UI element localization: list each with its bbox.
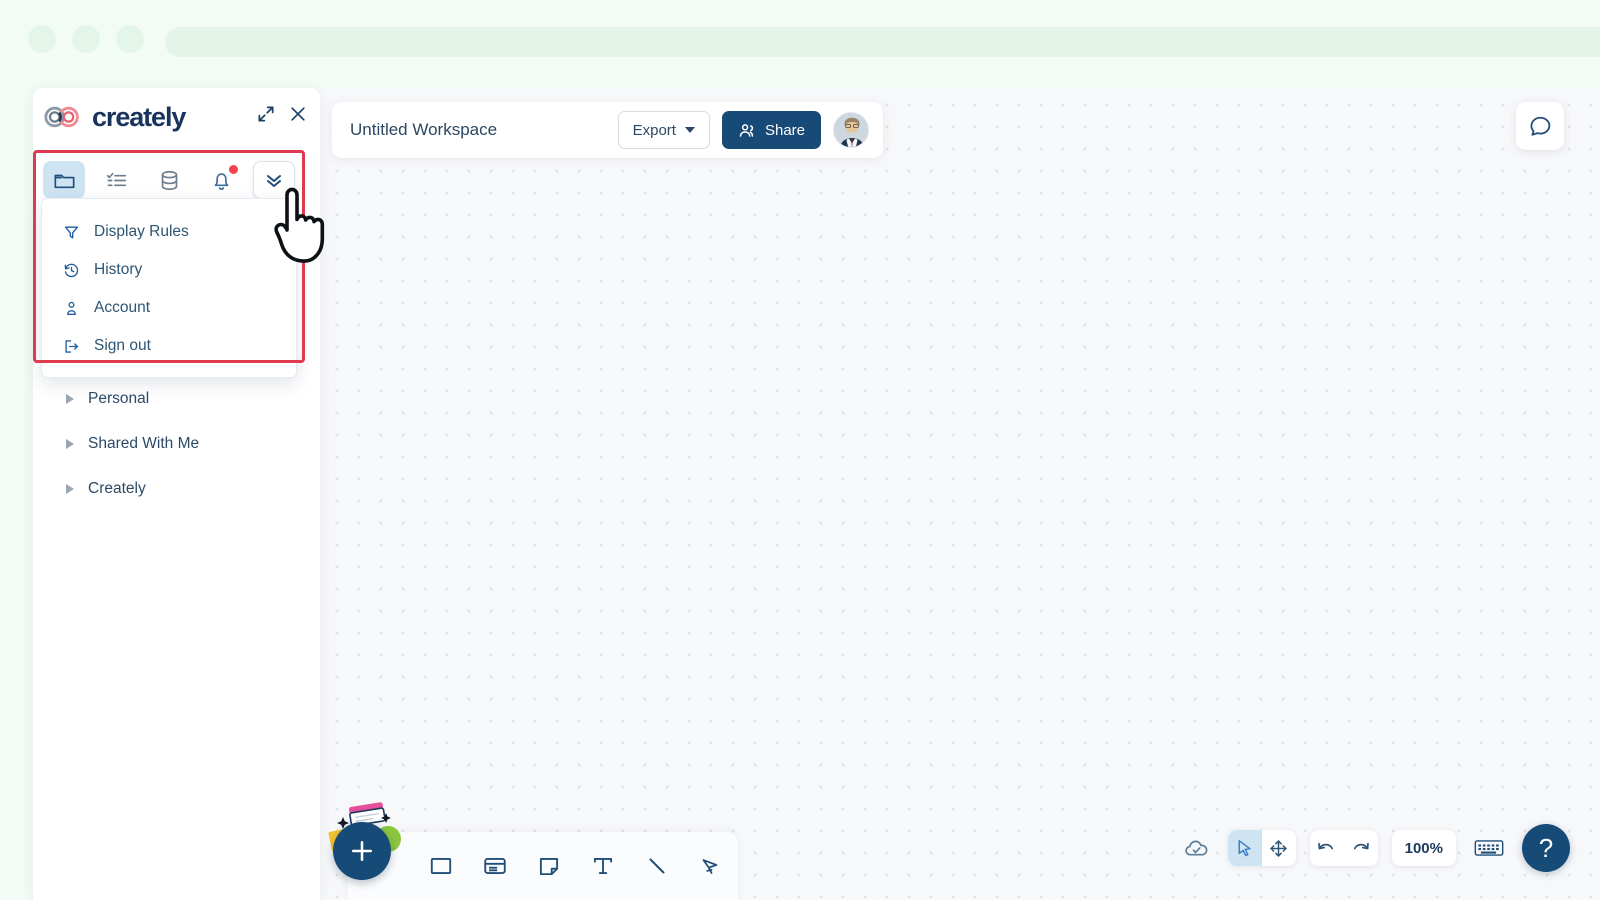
card-icon (484, 858, 506, 874)
database-icon (161, 170, 177, 190)
move-arrows-icon (1270, 839, 1287, 857)
pointer-mode-group (1227, 830, 1296, 866)
pan-tool-button[interactable] (1262, 830, 1296, 866)
chevron-down-icon (684, 127, 695, 133)
workspace-tree: Personal Shared With Me Creately (33, 370, 320, 511)
shape-text-tool[interactable] (580, 843, 626, 889)
rectangle-icon (430, 858, 452, 874)
expand-icon[interactable] (256, 104, 276, 124)
undo-button[interactable] (1310, 830, 1344, 866)
history-icon (64, 263, 79, 277)
menu-item-label: Sign out (94, 337, 151, 354)
share-button-label: Share (764, 121, 805, 139)
tree-item-label: Creately (88, 479, 146, 497)
creately-logo-mark (44, 106, 79, 128)
tree-item-shared-with-me[interactable]: Shared With Me (33, 421, 320, 466)
sidebar-header-actions (256, 104, 308, 124)
select-tool-button[interactable] (1227, 830, 1262, 866)
tree-item-creately[interactable]: Creately (33, 466, 320, 511)
caret-right-icon[interactable] (66, 438, 74, 449)
cursor-arrow-icon (1238, 839, 1251, 856)
tree-item-personal[interactable]: Personal (33, 376, 320, 421)
chevrons-down-icon (267, 175, 281, 187)
workspace-title[interactable]: Untitled Workspace (350, 120, 606, 140)
export-button[interactable]: Export (617, 111, 710, 149)
caret-right-icon[interactable] (66, 393, 74, 404)
zoom-level-label: 100% (1404, 839, 1443, 857)
comments-button[interactable] (1516, 102, 1564, 150)
shape-rectangle-tool[interactable] (418, 843, 464, 889)
text-icon (593, 858, 613, 874)
creately-logo[interactable]: creately (41, 101, 186, 132)
redo-button[interactable] (1344, 830, 1378, 866)
zoom-level-button[interactable]: 100% (1391, 830, 1456, 866)
close-icon[interactable] (288, 104, 308, 124)
workspace-header-bar: Untitled Workspace Export Share (332, 102, 883, 158)
canvas-controls-bar: 100% ? (1180, 824, 1570, 872)
more-dropdown-menu: Display Rules History Account Sign out (41, 198, 297, 378)
plus-icon (352, 841, 372, 861)
menu-item-label: Display Rules (94, 223, 189, 240)
menu-item-label: History (94, 261, 143, 278)
tree-item-label: Personal (88, 389, 150, 407)
window-dot-2[interactable] (72, 25, 100, 53)
chat-bubble-icon (1530, 116, 1550, 136)
left-sidebar-panel: creately Display Rules History Account S… (33, 88, 320, 900)
undo-arrow-icon (1318, 842, 1334, 849)
line-icon (649, 858, 665, 874)
folder-icon (54, 174, 74, 188)
menu-item-sign-out[interactable]: Sign out (42, 327, 296, 365)
pen-icon (702, 859, 718, 874)
user-icon (67, 301, 76, 315)
browser-url-bar[interactable] (165, 27, 1600, 57)
creately-logo-text: creately (92, 101, 186, 132)
sync-status-button[interactable] (1180, 830, 1214, 866)
sidebar-icon-tabbar (41, 156, 297, 204)
cloud-check-icon (1185, 840, 1208, 856)
filter-icon (64, 226, 79, 238)
keyboard-icon (1474, 840, 1504, 856)
checklist-icon (106, 172, 127, 186)
help-button-label: ? (1538, 832, 1554, 863)
shape-freehand-tool[interactable] (688, 843, 734, 889)
help-button[interactable]: ? (1522, 824, 1570, 872)
tab-data[interactable] (148, 161, 190, 199)
tree-item-label: Shared With Me (88, 434, 200, 452)
avatar-photo (834, 113, 868, 147)
sticky-note-icon (539, 858, 559, 876)
window-dot-1[interactable] (28, 25, 56, 53)
menu-item-history[interactable]: History (42, 251, 296, 289)
caret-right-icon[interactable] (66, 483, 74, 494)
shape-line-tool[interactable] (634, 843, 680, 889)
people-icon (739, 123, 754, 137)
diagram-canvas[interactable]: Untitled Workspace Export Share 100% ? (320, 88, 1600, 900)
notification-badge (227, 164, 239, 175)
tab-tasks[interactable] (96, 161, 138, 199)
shape-card-tool[interactable] (472, 843, 518, 889)
tab-folders[interactable] (43, 161, 85, 199)
export-button-label: Export (632, 121, 676, 139)
avatar[interactable] (833, 112, 869, 148)
history-group (1309, 830, 1378, 866)
redo-arrow-icon (1354, 842, 1369, 849)
sidebar-header: creately (33, 88, 320, 146)
menu-item-account[interactable]: Account (42, 289, 296, 327)
keyboard-shortcuts-button[interactable] (1470, 832, 1508, 864)
add-shape-fab[interactable] (333, 822, 391, 880)
menu-item-label: Account (94, 299, 151, 316)
window-dot-3[interactable] (116, 25, 144, 53)
tab-notifications[interactable] (201, 161, 243, 199)
sign-out-icon (65, 339, 79, 353)
share-button[interactable]: Share (721, 111, 821, 149)
shape-note-tool[interactable] (526, 843, 572, 889)
window-control-dots (28, 25, 144, 53)
menu-item-display-rules[interactable]: Display Rules (42, 213, 296, 251)
tab-more[interactable] (253, 161, 295, 199)
